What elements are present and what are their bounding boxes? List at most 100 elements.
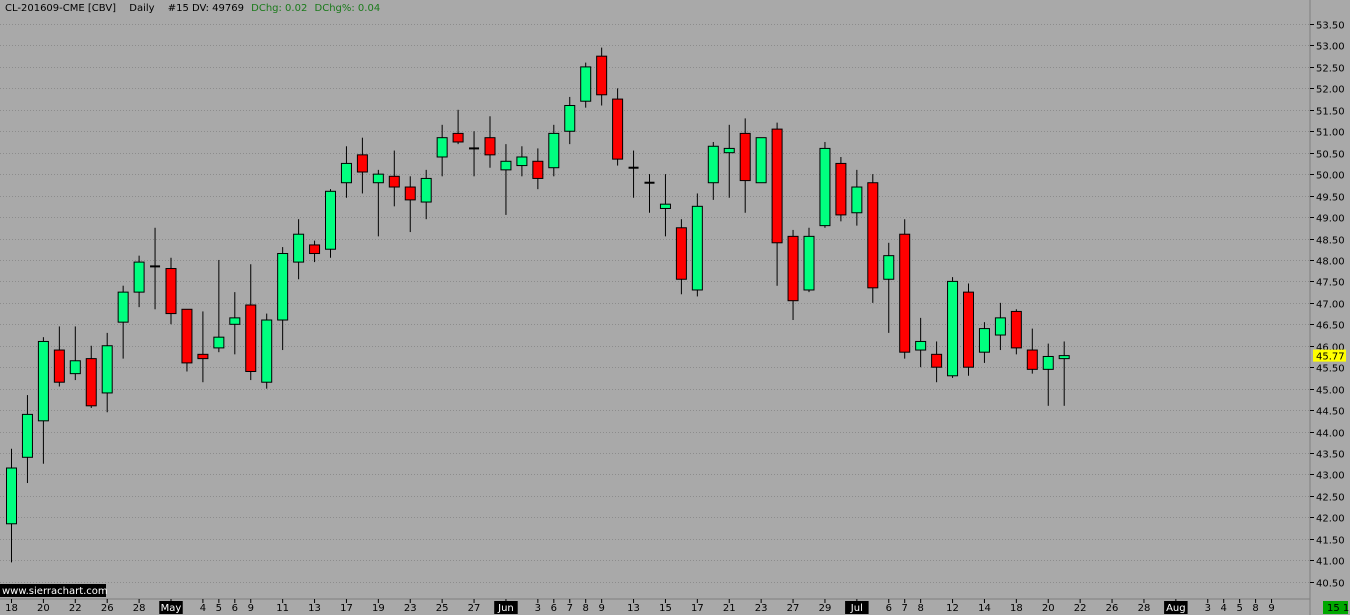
x-tick-label: 18 xyxy=(5,603,18,614)
x-tick-label: 22 xyxy=(69,603,82,614)
candle-body-up xyxy=(580,66,592,102)
y-tick-label: 53.00 xyxy=(1316,42,1345,53)
candle xyxy=(388,150,400,207)
y-tick-label: 41.00 xyxy=(1316,557,1345,568)
candle xyxy=(771,122,783,286)
candle-body-up xyxy=(293,233,305,263)
candle-body-up xyxy=(564,105,576,132)
x-tick-label: 7 xyxy=(902,603,908,614)
candle-body-down xyxy=(596,55,608,96)
candle xyxy=(261,313,273,389)
y-tick-label: 44.00 xyxy=(1316,429,1345,440)
candle-body-down xyxy=(963,291,974,368)
x-tick-label: 26 xyxy=(1106,603,1119,614)
candle-body-down xyxy=(771,128,783,244)
candle xyxy=(994,302,1006,351)
candle xyxy=(356,137,368,194)
candle-body-up xyxy=(883,255,895,280)
candle xyxy=(612,88,624,166)
candle-body-up xyxy=(420,177,432,203)
candle-body-up xyxy=(1042,355,1054,370)
candle-body-up xyxy=(803,235,815,291)
x-tick-label: 8 xyxy=(917,603,923,614)
x-tick-label-month: Aug xyxy=(1166,603,1186,614)
candle-body-up xyxy=(723,147,735,154)
y-tick-label: 47.00 xyxy=(1316,300,1345,311)
x-tick-label: 3 xyxy=(535,603,541,614)
candle-body-up xyxy=(978,328,990,353)
y-tick-label: 51.00 xyxy=(1316,128,1345,139)
candle-body-down xyxy=(867,182,879,289)
y-tick-label: 50.50 xyxy=(1316,150,1345,161)
candle-body-up xyxy=(915,340,927,351)
candle xyxy=(899,219,911,359)
candle xyxy=(245,264,257,381)
y-tick-label: 42.00 xyxy=(1316,514,1345,525)
candle-body-up xyxy=(229,317,241,325)
candle-body-down xyxy=(356,154,368,173)
candle-body-up xyxy=(1058,355,1070,360)
x-tick-label: 6 xyxy=(886,603,892,614)
x-tick-label: 27 xyxy=(468,603,481,614)
x-tick-label: 22 xyxy=(1074,603,1087,614)
y-tick-label: 42.50 xyxy=(1316,493,1345,504)
x-tick-label: 28 xyxy=(1138,603,1151,614)
x-tick-label: 6 xyxy=(551,603,557,614)
candle-body-up xyxy=(37,340,49,422)
x-tick-label: 19 xyxy=(372,603,385,614)
candle xyxy=(404,176,416,233)
corner-indicator: 15 1 xyxy=(1323,601,1349,614)
candle-body-up xyxy=(994,317,1006,336)
candle-body-up xyxy=(69,360,81,375)
price-axis[interactable]: 40.50 41.00 41.50 42.00 42.50 43.00 43.50 44.00… xyxy=(1310,21,1345,590)
candle xyxy=(707,141,719,200)
time-axis[interactable]: 18 20 22 26 28 May 4 5 6 9 11 13 17 19 23 25 27 Jun 3 6 7 8 9 1… xyxy=(5,599,1275,614)
x-tick-label: 8 xyxy=(1252,603,1258,614)
candle-body-down xyxy=(53,349,65,383)
header-bar: CL-201609-CME [CBV] Daily #15 DV: 49769 … xyxy=(5,3,380,14)
candle xyxy=(723,124,735,198)
candle xyxy=(596,47,608,106)
x-tick-label: 14 xyxy=(978,603,991,614)
x-tick-label: 9 xyxy=(598,603,604,614)
candle xyxy=(947,277,959,378)
x-tick-label-month: Jun xyxy=(497,603,514,614)
chart-window: 40.50 41.00 41.50 42.00 42.50 43.00 43.50 44.00… xyxy=(0,0,1350,615)
y-tick-label: 45.00 xyxy=(1316,386,1345,397)
candle xyxy=(420,169,432,220)
y-tick-label: 45.50 xyxy=(1316,364,1345,375)
x-tick-label: 8 xyxy=(583,603,589,614)
candle-body-up xyxy=(6,467,17,525)
last-price-marker: 45.77 xyxy=(1313,349,1346,363)
candle xyxy=(229,292,241,355)
candle-body-up xyxy=(213,336,225,349)
candlestick-chart[interactable]: 40.50 41.00 41.50 42.00 42.50 43.00 43.50 44.00… xyxy=(0,0,1350,615)
candle-body-up xyxy=(325,190,336,250)
candle-body-down xyxy=(245,304,257,372)
candle-body-up xyxy=(21,413,33,458)
candle-body-down xyxy=(197,353,209,360)
candle xyxy=(739,118,751,213)
x-tick-label: 20 xyxy=(37,603,50,614)
x-tick-label: 9 xyxy=(1268,603,1274,614)
x-tick-label: 5 xyxy=(1236,603,1242,614)
candle xyxy=(803,227,815,293)
candle xyxy=(532,148,544,190)
candle-body-up xyxy=(755,137,767,184)
candle xyxy=(181,308,193,372)
y-tick-label: 43.00 xyxy=(1316,471,1345,482)
candle xyxy=(21,395,33,484)
candle xyxy=(580,62,592,108)
candle-body-up xyxy=(707,145,719,184)
candle-body-up xyxy=(516,156,528,167)
candle-body-up xyxy=(548,132,560,169)
candle xyxy=(931,341,943,383)
candle xyxy=(691,193,703,297)
x-tick-label: 13 xyxy=(627,603,640,614)
candle xyxy=(500,144,512,215)
candle-body-down xyxy=(675,227,687,280)
header-dchg-pct: DChg%: 0.04 xyxy=(315,3,381,14)
candle xyxy=(325,189,336,258)
candle xyxy=(85,345,97,408)
candle-body-down xyxy=(309,244,321,255)
